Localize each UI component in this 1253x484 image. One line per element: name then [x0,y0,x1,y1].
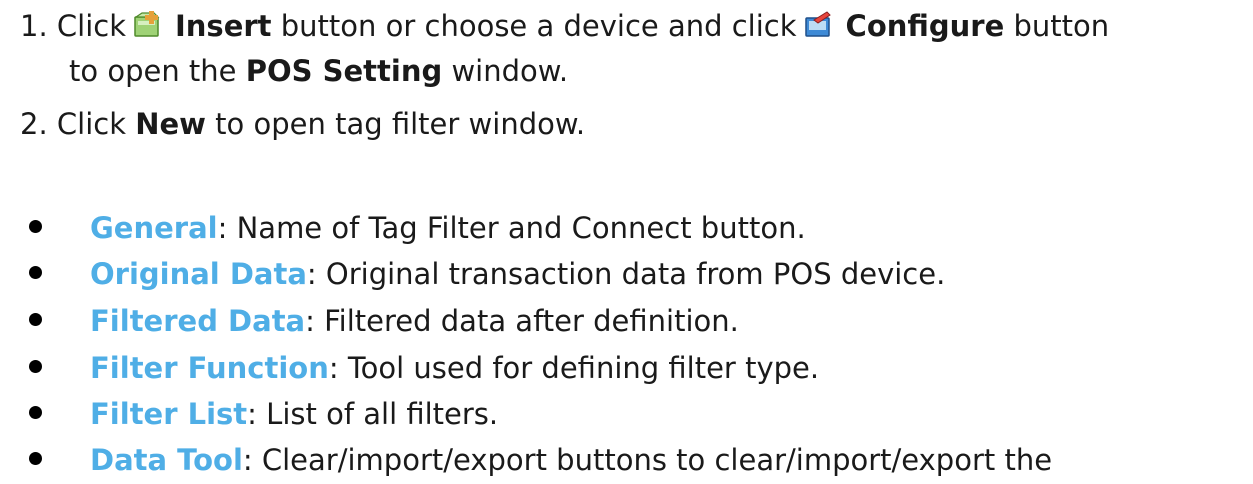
pos-setting-label: POS Setting [245,54,443,88]
step-1-continued: to open the POS Setting window. [69,49,568,93]
bullet-dot [29,360,42,373]
term-description: : Name of Tag Filter and Connect button. [217,211,806,245]
term-description: : Clear/import/export buttons to clear/i… [242,443,1053,477]
step-text: button or choose a device and click [280,9,797,43]
list-item: Filter List: List of all filters. [29,392,498,436]
term-data-tool: Data Tool [90,443,243,477]
step-2: 2. Click New to open tag filter window. [20,102,585,146]
bullet-dot [29,313,42,326]
step-text: window. [451,54,569,88]
bullet-dot [29,452,42,465]
term-filter-list: Filter List [90,397,248,431]
term-general: General [90,211,218,245]
bullet-dot [29,406,42,419]
step-text: Click [56,9,126,43]
configure-label: Configure [845,9,1005,43]
step-text: to open the [69,54,237,88]
term-description: : Filtered data after definition. [305,304,739,338]
configure-device-icon [804,6,832,37]
insert-device-icon [134,6,161,37]
step-1: 1. Click Insert button or choose a devic… [20,4,1109,48]
list-item: General: Name of Tag Filter and Connect … [29,206,806,250]
step-text: Click [56,107,126,141]
new-label: New [135,107,206,141]
step-text: button [1013,9,1110,43]
insert-label: Insert [175,9,272,43]
bullet-dot [29,220,42,233]
term-description: : Tool used for defining filter type. [328,351,820,385]
list-item: Filtered Data: Filtered data after defin… [29,299,739,343]
step-number: 2. [20,107,48,141]
list-item: Filter Function: Tool used for defining … [29,346,819,390]
step-number: 1. [20,9,48,43]
list-item: Data Tool: Clear/import/export buttons t… [29,438,1052,482]
bullet-dot [29,266,42,279]
term-filtered-data: Filtered Data [90,304,306,338]
list-item: Original Data: Original transaction data… [29,252,945,296]
term-original-data: Original Data [90,257,307,291]
term-filter-function: Filter Function [90,351,329,385]
term-description: : List of all filters. [247,397,499,431]
term-description: : Original transaction data from POS dev… [306,257,946,291]
step-text: to open tag filter window. [215,107,586,141]
